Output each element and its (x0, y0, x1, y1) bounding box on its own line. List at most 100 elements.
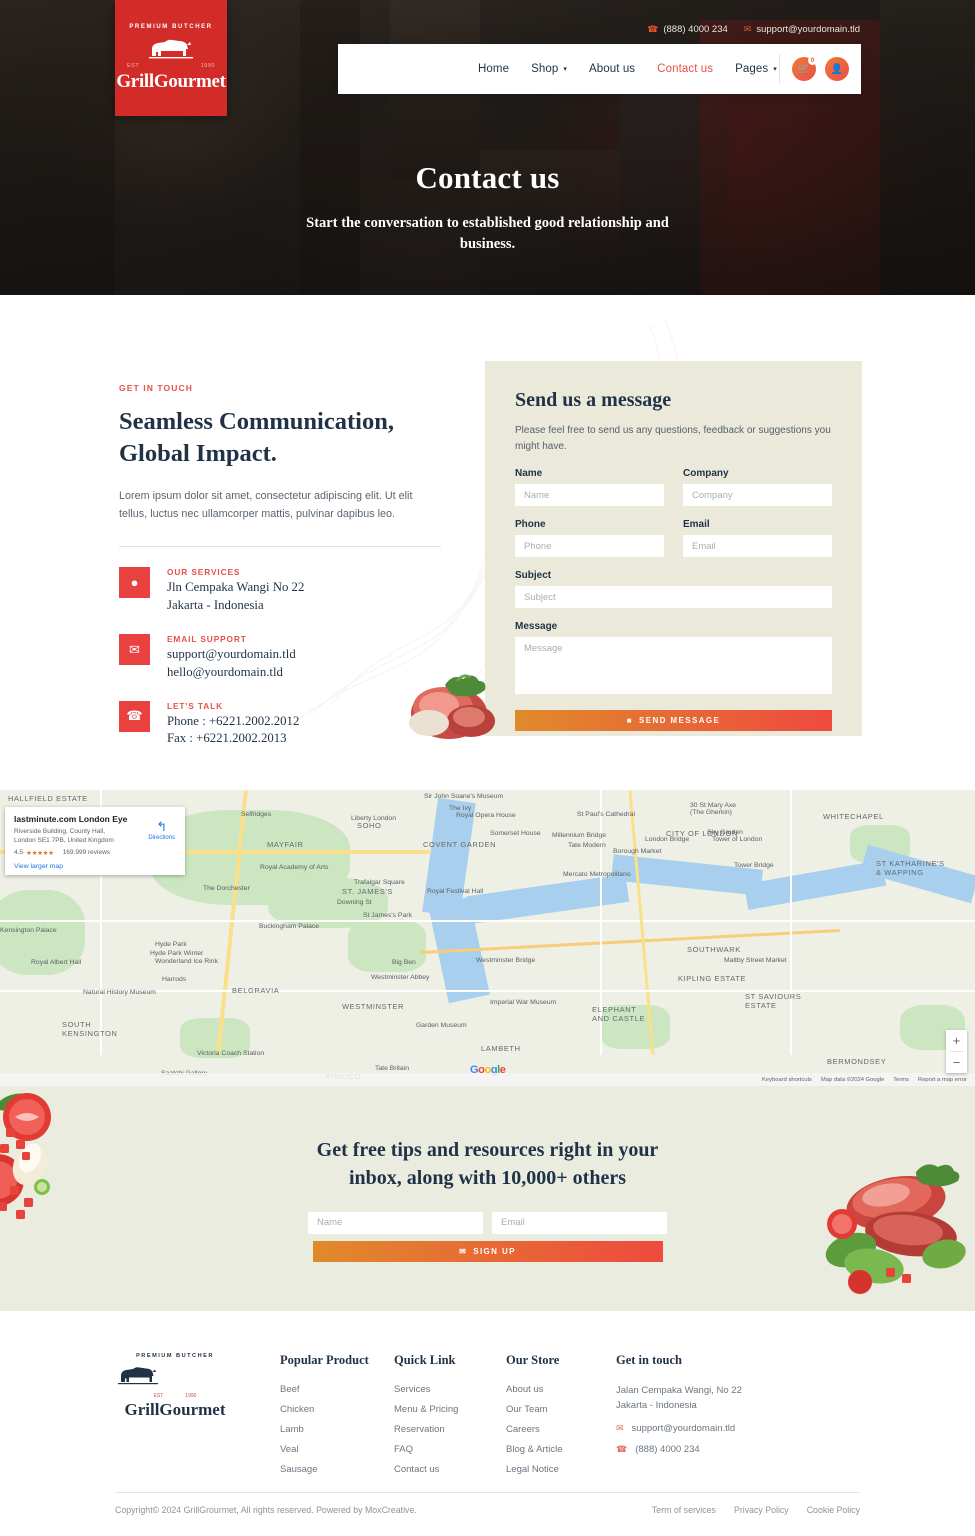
phone-input[interactable] (515, 535, 664, 557)
footer-link[interactable]: Menu & Pricing (394, 1404, 506, 1415)
company-input[interactable] (683, 484, 832, 506)
term-of-services-link[interactable]: Term of services (652, 1505, 716, 1515)
footer-link[interactable]: About us (506, 1384, 616, 1395)
info-label: EMAIL SUPPORT (167, 634, 247, 645)
chevron-down-icon: ▾ (773, 66, 777, 73)
footer-bottom-bar: Copyright© 2024 GrillGrourmet, All right… (115, 1505, 860, 1515)
nav-label: Shop (531, 63, 559, 75)
map-data-text: Map data ©2024 Google (820, 1076, 885, 1083)
email-input[interactable] (683, 535, 832, 557)
footer-link[interactable]: Our Team (506, 1404, 616, 1415)
cart-count-badge: 0 (808, 56, 817, 65)
logo-established: EST 1990 (127, 63, 215, 69)
directions-button[interactable]: ↰ Directions (148, 819, 175, 841)
nav-item-shop[interactable]: Shop ▾ (531, 63, 567, 75)
footer-link[interactable]: Services (394, 1384, 506, 1395)
field-group-email: Email (683, 519, 832, 557)
newsletter-title-line-2: inbox, along with 10,000+ others (349, 1167, 626, 1190)
account-button[interactable]: 👤 (825, 57, 849, 81)
footer-link[interactable]: Veal (280, 1444, 394, 1455)
phone-label: Phone (515, 519, 546, 530)
signup-button[interactable]: ✉ SIGN UP (312, 1240, 663, 1262)
est-right: 1990 (200, 62, 215, 69)
footer-link[interactable]: Blog & Article (506, 1444, 616, 1455)
footer-link[interactable]: Chicken (280, 1404, 394, 1415)
name-input[interactable] (515, 484, 664, 506)
footer-legal-links: Term of services Privacy Policy Cookie P… (652, 1505, 860, 1515)
field-group-message: Message (515, 621, 832, 699)
nav-item-home[interactable]: Home (478, 63, 509, 75)
privacy-policy-link[interactable]: Privacy Policy (734, 1505, 789, 1515)
send-icon: ■ (626, 716, 633, 725)
site-footer: PREMIUM BUTCHER EST 1990 GrillGourmet Po… (0, 1311, 975, 1536)
site-logo[interactable]: PREMIUM BUTCHER EST 1990 GrillGourmet (115, 0, 227, 116)
cart-button[interactable]: 🛒 0 (792, 56, 817, 81)
footer-email-row[interactable]: ✉ support@yourdomain.tld (616, 1423, 786, 1434)
phone-icon: ☎ (616, 1444, 628, 1455)
topbar-phone[interactable]: ☎ (888) 4000 234 (647, 24, 728, 35)
message-textarea[interactable] (515, 637, 832, 694)
steak-vegetables-decoration-image (825, 1164, 966, 1294)
heading-line-2: Global Impact. (119, 440, 277, 468)
cow-icon (149, 39, 193, 58)
footer-link[interactable]: Legal Notice (506, 1464, 616, 1475)
info-value: Jln Cempaka Wangi No 22 Jakarta - Indone… (167, 580, 305, 612)
footer-column-get-in-touch: Get in touch Jalan Cempaka Wangi, No 22 … (616, 1353, 786, 1475)
section-eyebrow: GET IN TOUCH (119, 383, 193, 393)
footer-link[interactable]: Beef (280, 1384, 394, 1395)
signup-button-label: SIGN UP (473, 1246, 516, 1256)
nav-label: About us (588, 63, 636, 75)
main-navigation: Home Shop ▾ About us Contact us Pages ▾ … (338, 44, 861, 94)
view-larger-map-link[interactable]: View larger map (14, 863, 176, 870)
footer-heading: Popular Product (280, 1353, 369, 1367)
zoom-out-button[interactable]: − (946, 1052, 967, 1073)
heading-line-1: Seamless Communication, (119, 408, 394, 435)
envelope-icon: ✉ (459, 1246, 468, 1256)
nav-label: Contact us (657, 63, 714, 75)
rating-value: 4.5 (14, 849, 24, 857)
map-place-card: lastminute.com London Eye Riverside Buil… (5, 807, 185, 875)
footer-logo[interactable]: PREMIUM BUTCHER EST 1990 GrillGourmet (115, 1353, 235, 1475)
user-icon: 👤 (830, 63, 844, 75)
newsletter-email-input[interactable] (492, 1211, 667, 1234)
topbar-email[interactable]: ✉ support@yourdomain.tld (744, 24, 860, 35)
topbar-email-text: support@yourdomain.tld (756, 24, 860, 35)
message-label: Message (515, 621, 558, 632)
footer-link[interactable]: Reservation (394, 1424, 506, 1435)
footer-link[interactable]: Contact us (394, 1464, 506, 1475)
name-label: Name (515, 468, 543, 479)
field-group-name: Name (515, 468, 664, 506)
contact-form-card: Send us a message Please feel free to se… (485, 361, 862, 736)
zoom-in-button[interactable]: + (946, 1030, 967, 1051)
footer-link[interactable]: Sausage (280, 1464, 394, 1475)
footer-columns: PREMIUM BUTCHER EST 1990 GrillGourmet Po… (0, 1311, 975, 1475)
chevron-down-icon: ▾ (563, 66, 567, 73)
footer-link[interactable]: Careers (506, 1424, 616, 1435)
report-map-error-link[interactable]: Report a map error (918, 1077, 967, 1083)
nav-item-contact-us[interactable]: Contact us (657, 63, 713, 75)
directions-label: Directions (148, 835, 175, 841)
page-title: Contact us (415, 160, 560, 195)
nav-item-pages[interactable]: Pages ▾ (735, 63, 777, 75)
subject-input[interactable] (515, 586, 832, 608)
footer-heading: Quick Link (394, 1353, 456, 1367)
field-group-company: Company (683, 468, 832, 506)
newsletter-name-input[interactable] (308, 1211, 483, 1234)
footer-phone-row[interactable]: ☎ (888) 4000 234 (616, 1444, 786, 1455)
nav-item-about-us[interactable]: About us (589, 63, 635, 75)
cookie-policy-link[interactable]: Cookie Policy (807, 1505, 860, 1515)
map-attribution-bar: Keyboard shortcuts Map data ©2024 Google… (0, 1073, 975, 1086)
email-label: Email (683, 519, 710, 530)
est-left: EST (153, 1393, 164, 1399)
hero-text-block: Contact us Start the conversation to est… (0, 160, 975, 255)
footer-link[interactable]: Lamb (280, 1424, 394, 1435)
send-message-button[interactable]: ■ SEND MESSAGE (515, 710, 832, 731)
review-count: 169.999 reviews (62, 849, 111, 857)
subject-label: Subject (515, 570, 552, 581)
footer-column-our-store: Our Store About us Our Team Careers Blog… (506, 1353, 616, 1475)
terms-link[interactable]: Terms (893, 1077, 909, 1083)
nav-label: Home (478, 63, 510, 75)
footer-link[interactable]: FAQ (394, 1444, 506, 1455)
form-row-phone-email: Phone Email (515, 519, 832, 557)
keyboard-shortcuts-link[interactable]: Keyboard shortcuts (762, 1077, 812, 1083)
